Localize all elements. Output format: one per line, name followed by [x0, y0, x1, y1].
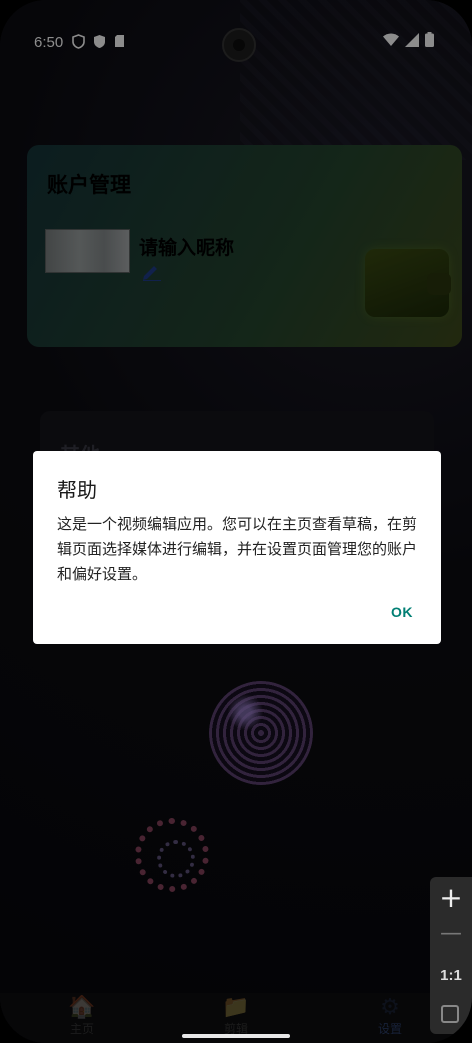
- fit-screen-icon[interactable]: [441, 1005, 459, 1023]
- help-dialog: 帮助 这是一个视频编辑应用。您可以在主页查看草稿，在剪辑页面选择媒体进行编辑，并…: [33, 451, 441, 644]
- zoom-ratio-button[interactable]: 1:1: [430, 967, 472, 984]
- zoom-out-button[interactable]: —: [430, 921, 472, 946]
- ok-button[interactable]: OK: [391, 604, 413, 620]
- gesture-home-bar[interactable]: [182, 1034, 290, 1038]
- dialog-message: 这是一个视频编辑应用。您可以在主页查看草稿，在剪辑页面选择媒体进行编辑，并在设置…: [57, 515, 418, 583]
- dialog-title: 帮助: [57, 478, 97, 502]
- zoom-panel: + — 1:1: [430, 877, 472, 1034]
- phone-screen: 6:50 账户管理 请输入昵称 其他 🏠 主页 �: [0, 0, 472, 1043]
- zoom-in-button[interactable]: +: [430, 881, 472, 914]
